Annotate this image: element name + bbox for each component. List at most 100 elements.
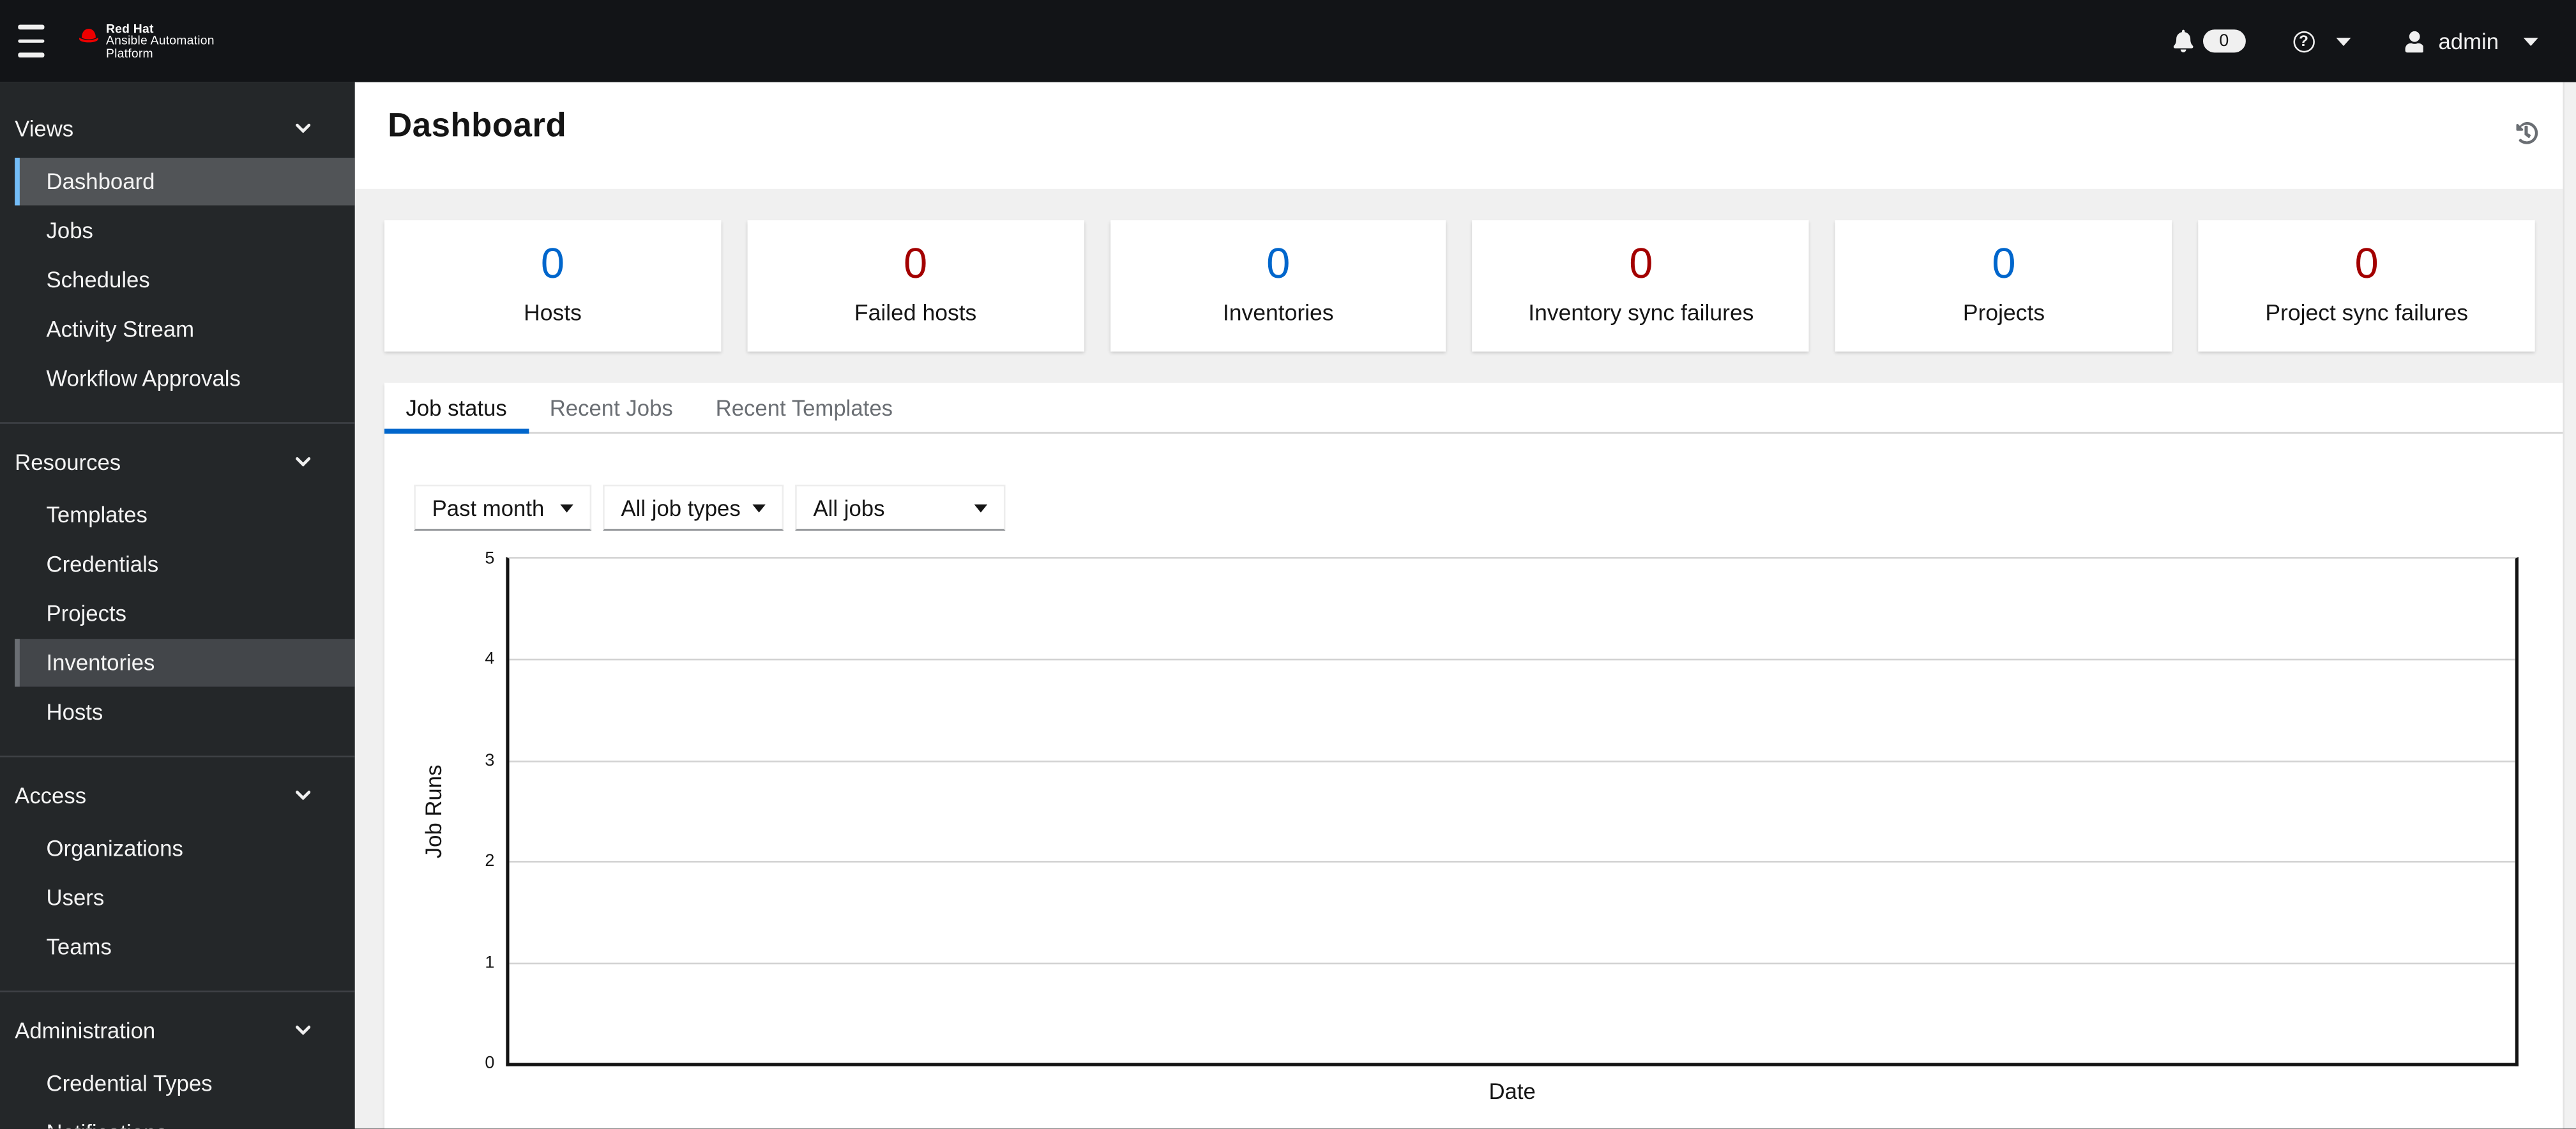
select-caret-icon bbox=[752, 503, 766, 512]
page-header: Dashboard bbox=[354, 82, 2565, 189]
brand-line3: Platform bbox=[105, 45, 153, 61]
chevron-down-icon bbox=[296, 123, 311, 133]
sidebar-item-label: Notifications bbox=[47, 1121, 167, 1129]
masthead-toolbar: 0 ? admin bbox=[2172, 29, 2576, 54]
card-value[interactable]: 0 bbox=[2355, 241, 2379, 285]
user-menu-caret-down-icon[interactable] bbox=[2523, 36, 2538, 45]
x-axis-label: Date bbox=[1489, 1079, 1536, 1104]
nav-section-resources: Resources Templates Credentials Projects… bbox=[0, 444, 355, 736]
nav-section-header-administration[interactable]: Administration bbox=[0, 1012, 355, 1049]
sidebar-item-organizations[interactable]: Organizations bbox=[15, 824, 355, 872]
period-select[interactable]: Past month bbox=[414, 484, 592, 531]
card-inventories[interactable]: 0 Inventories bbox=[1110, 220, 1447, 352]
nav-section-header-views[interactable]: Views bbox=[0, 110, 355, 146]
brand-text: Red Hat Ansible Automation Platform bbox=[105, 23, 215, 61]
gridline bbox=[509, 962, 2515, 964]
job-type-select[interactable]: All job types bbox=[603, 484, 784, 531]
sidebar-nav: Views Dashboard Jobs Schedules Activity … bbox=[0, 82, 355, 1129]
sidebar-item-label: Templates bbox=[46, 503, 148, 527]
sidebar-item-label: Hosts bbox=[46, 699, 103, 725]
sidebar-item-label: Teams bbox=[46, 934, 112, 960]
main-content: 0 Hosts 0 Failed hosts 0 Inventories 0 I… bbox=[354, 188, 2565, 1129]
card-value[interactable]: 0 bbox=[541, 241, 564, 285]
card-projects[interactable]: 0 Projects bbox=[1835, 220, 2172, 352]
sidebar-item-notifications[interactable]: Notifications bbox=[15, 1109, 355, 1129]
hamburger-menu-icon[interactable] bbox=[18, 24, 45, 57]
help-icon[interactable]: ? bbox=[2292, 30, 2315, 52]
y-axis-tick: 3 bbox=[485, 750, 495, 771]
notification-count-badge[interactable]: 0 bbox=[2202, 29, 2246, 53]
card-label: Inventories bbox=[1222, 300, 1334, 326]
brand-line2: Ansible Automation bbox=[105, 33, 215, 49]
sidebar-item-dashboard[interactable]: Dashboard bbox=[15, 157, 355, 206]
summary-cards-row: 0 Hosts 0 Failed hosts 0 Inventories 0 I… bbox=[384, 220, 2535, 352]
card-label: Inventory sync failures bbox=[1528, 300, 1754, 326]
sidebar-item-label: Projects bbox=[46, 601, 127, 626]
nav-section-views: Views Dashboard Jobs Schedules Activity … bbox=[0, 110, 355, 402]
card-failed-hosts[interactable]: 0 Failed hosts bbox=[747, 220, 1084, 352]
redhat-fedora-icon bbox=[79, 29, 98, 43]
tab-recent-jobs[interactable]: Recent Jobs bbox=[528, 383, 694, 432]
card-label: Failed hosts bbox=[854, 300, 977, 326]
y-axis-tick: 2 bbox=[485, 851, 495, 872]
sidebar-item-label: Dashboard bbox=[46, 169, 155, 194]
card-label: Projects bbox=[1962, 300, 2045, 326]
sidebar-item-label: Jobs bbox=[46, 218, 93, 243]
help-caret-down-icon[interactable] bbox=[2335, 36, 2351, 45]
y-axis-tick: 1 bbox=[485, 952, 495, 972]
history-icon[interactable] bbox=[2515, 121, 2538, 144]
card-value[interactable]: 0 bbox=[904, 241, 927, 285]
sidebar-item-credential-types[interactable]: Credential Types bbox=[15, 1059, 355, 1107]
sidebar-item-jobs[interactable]: Jobs bbox=[15, 207, 355, 255]
brand-logo: Red Hat Ansible Automation Platform bbox=[77, 23, 215, 61]
job-runs-chart: 5 4 3 2 1 0 Job Runs Date bbox=[421, 549, 2519, 1127]
tab-bar: Job status Recent Jobs Recent Templates bbox=[384, 383, 2565, 434]
card-value[interactable]: 0 bbox=[1992, 241, 2015, 285]
sidebar-item-activity-stream[interactable]: Activity Stream bbox=[15, 306, 355, 354]
sidebar-item-label: Workflow Approvals bbox=[46, 366, 241, 391]
notifications-bell-icon[interactable] bbox=[2172, 29, 2193, 52]
nav-divider bbox=[0, 755, 355, 758]
chevron-down-icon bbox=[296, 1026, 311, 1035]
gridline bbox=[509, 861, 2515, 863]
card-label: Hosts bbox=[524, 300, 582, 326]
tab-recent-templates[interactable]: Recent Templates bbox=[694, 383, 914, 432]
nav-section-title: Administration bbox=[15, 1017, 156, 1043]
y-axis-tick: 0 bbox=[485, 1053, 495, 1073]
card-value[interactable]: 0 bbox=[1629, 241, 1653, 285]
select-caret-icon bbox=[974, 503, 988, 512]
page-title: Dashboard bbox=[388, 107, 567, 145]
card-inventory-sync-failures[interactable]: 0 Inventory sync failures bbox=[1473, 220, 1810, 352]
sidebar-item-schedules[interactable]: Schedules bbox=[15, 256, 355, 304]
card-value[interactable]: 0 bbox=[1266, 241, 1290, 285]
chevron-down-icon bbox=[296, 791, 311, 800]
user-icon bbox=[2404, 30, 2424, 52]
sidebar-item-label: Credentials bbox=[46, 552, 159, 577]
sidebar-item-hosts[interactable]: Hosts bbox=[15, 688, 355, 736]
sidebar-item-credentials[interactable]: Credentials bbox=[15, 540, 355, 588]
sidebar-item-label: Activity Stream bbox=[46, 317, 195, 342]
sidebar-item-label: Users bbox=[46, 885, 105, 911]
app-root: Red Hat Ansible Automation Platform 0 ? … bbox=[0, 0, 2576, 1129]
sidebar-item-teams[interactable]: Teams bbox=[15, 923, 355, 971]
sidebar-item-projects[interactable]: Projects bbox=[15, 590, 355, 638]
sidebar-item-templates[interactable]: Templates bbox=[15, 491, 355, 539]
job-type-select-value: All job types bbox=[621, 495, 741, 520]
sidebar-item-inventories[interactable]: Inventories bbox=[15, 639, 355, 687]
card-project-sync-failures[interactable]: 0 Project sync failures bbox=[2198, 220, 2535, 352]
chart-plot-area[interactable]: 5 4 3 2 1 0 Job Runs bbox=[421, 549, 2519, 1073]
sidebar-item-workflow-approvals[interactable]: Workflow Approvals bbox=[15, 355, 355, 403]
gridline bbox=[509, 659, 2515, 662]
username[interactable]: admin bbox=[2438, 29, 2499, 54]
nav-divider bbox=[0, 990, 355, 992]
card-label: Project sync failures bbox=[2265, 300, 2468, 326]
sidebar-item-users[interactable]: Users bbox=[15, 874, 355, 922]
nav-section-title: Views bbox=[15, 116, 74, 140]
nav-section-header-resources[interactable]: Resources bbox=[0, 444, 355, 480]
card-hosts[interactable]: 0 Hosts bbox=[384, 220, 721, 352]
page-scrollbar[interactable] bbox=[2563, 82, 2576, 1129]
nav-section-header-access[interactable]: Access bbox=[0, 777, 355, 814]
tab-job-status[interactable]: Job status bbox=[384, 383, 528, 434]
period-select-value: Past month bbox=[432, 495, 545, 520]
job-select[interactable]: All jobs bbox=[795, 484, 1006, 531]
